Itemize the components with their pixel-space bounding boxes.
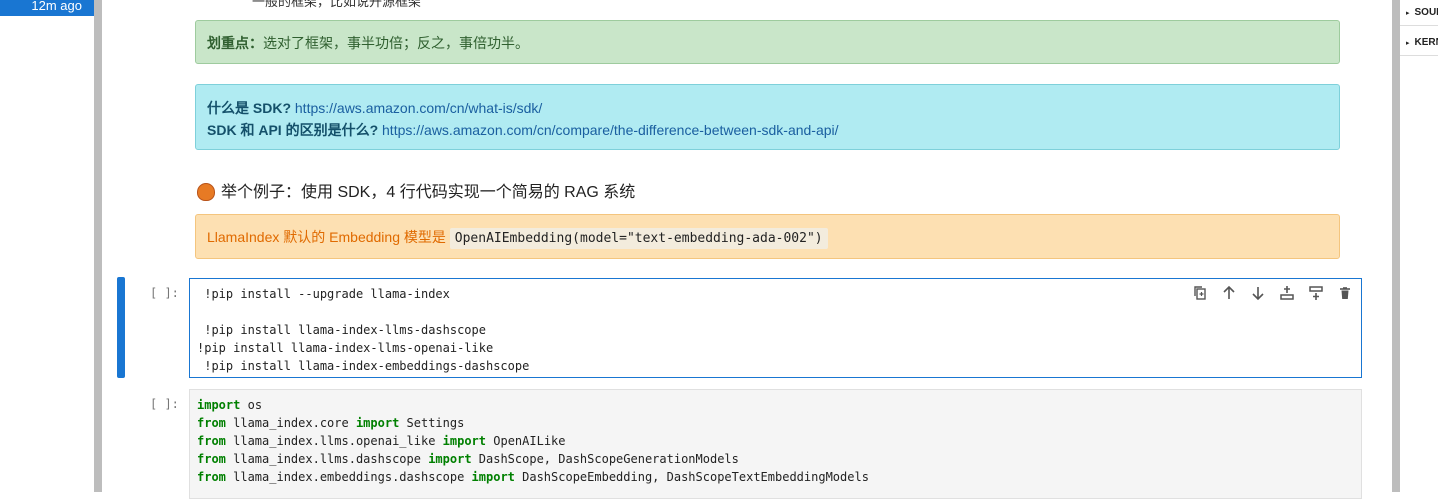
code-token: os [247,398,263,412]
code-line: !pip install llama-index-llms-openai-lik… [197,341,494,355]
code-editor[interactable]: import os from llama_index.core import S… [197,396,869,486]
keyword: import [428,452,472,466]
side-item-source[interactable]: ▸ SOURCE [1400,0,1438,26]
alert-success: 划重点：选对了框架，事半功倍；反之，事倍功半。 [195,20,1340,64]
keyword: import [471,470,515,484]
duplicate-icon[interactable] [1191,284,1209,302]
last-saved-badge: 12m ago [0,0,94,16]
keyword: from [197,434,226,448]
keyword: from [197,470,226,484]
alert-info: 什么是 SDK? https://aws.amazon.com/cn/what-… [195,84,1340,150]
section-heading: 举个例子：使用 SDK，4 行代码实现一个简易的 RAG 系统 [197,178,635,202]
info-label: 什么是 SDK? [207,100,291,116]
info-label: SDK 和 API 的区别是什么? [207,122,379,138]
warning-text: LlamaIndex 默认的 Embedding 模型是 [207,229,446,245]
left-scroll-gutter [94,0,102,492]
delete-icon[interactable] [1336,284,1354,302]
left-strip: 12m ago [0,0,94,492]
keyword: from [197,416,226,430]
right-scroll-gutter [1392,0,1400,492]
cell-prompt: [ ]: [150,286,179,300]
side-panel: ▸ SOURCE ▸ KERNEL [1400,0,1438,492]
side-item-kernel[interactable]: ▸ KERNEL [1400,30,1438,56]
cell-toolbar [1191,284,1351,302]
side-item-label: KERNEL [1414,37,1438,48]
move-down-icon[interactable] [1249,284,1267,302]
keyword: import [197,398,241,412]
cell-prompt: [ ]: [150,397,179,411]
code-cell[interactable]: !pip install --upgrade llama-index !pip … [189,278,1362,378]
insert-above-icon[interactable] [1278,284,1296,302]
active-cell-indicator [117,277,125,378]
code-line: !pip install --upgrade llama-index [197,287,450,301]
info-line-sdk: 什么是 SDK? https://aws.amazon.com/cn/what-… [207,97,1328,119]
keyword: import [442,434,487,448]
chestnut-icon [197,183,215,201]
move-up-icon[interactable] [1220,284,1238,302]
info-line-sdk-api: SDK 和 API 的区别是什么? https://aws.amazon.com… [207,119,1328,141]
keyword: from [197,452,226,466]
clipped-text-line: 一般的框架，比如说开源框架 [252,0,422,9]
code-editor[interactable]: !pip install --upgrade llama-index !pip … [197,285,529,375]
code-cell[interactable]: import os from llama_index.core import S… [189,389,1362,499]
keyword: import [355,416,400,430]
info-link[interactable]: https://aws.amazon.com/cn/what-is/sdk/ [295,100,542,116]
heading-text: 举个例子：使用 SDK，4 行代码实现一个简易的 RAG 系统 [221,184,636,201]
insert-below-icon[interactable] [1307,284,1325,302]
side-item-label: SOURCE [1414,7,1438,18]
tip-text: 选对了框架，事半功倍；反之，事倍功半。 [263,35,529,51]
code-line: !pip install llama-index-embeddings-dash… [197,359,530,373]
code-line: !pip install llama-index-llms-dashscope [197,323,486,337]
inline-code: OpenAIEmbedding(model="text-embedding-ad… [449,228,828,249]
chevron-right-icon: ▸ [1406,10,1410,17]
info-link[interactable]: https://aws.amazon.com/cn/compare/the-di… [382,122,839,138]
alert-warning: LlamaIndex 默认的 Embedding 模型是 OpenAIEmbed… [195,214,1340,259]
chevron-right-icon: ▸ [1406,40,1410,47]
tip-label: 划重点： [207,35,263,51]
